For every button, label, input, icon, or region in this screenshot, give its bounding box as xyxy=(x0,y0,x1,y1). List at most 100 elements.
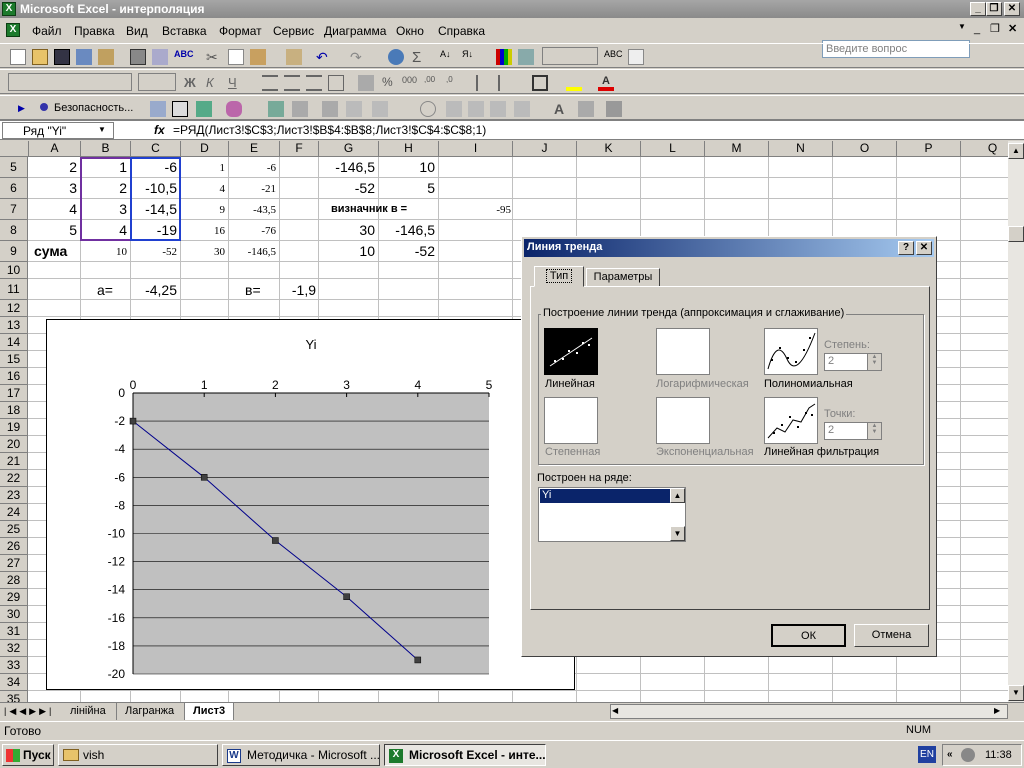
row-header[interactable]: 16 xyxy=(0,368,28,385)
shapes-icon[interactable] xyxy=(226,101,242,117)
cell-a9[interactable]: сума xyxy=(34,243,67,259)
row-header[interactable]: 5 xyxy=(0,157,28,178)
row-header[interactable]: 25 xyxy=(0,521,28,538)
lang-indicator[interactable]: EN xyxy=(918,746,936,763)
row-header[interactable]: 9 xyxy=(0,241,28,262)
row-header[interactable]: 15 xyxy=(0,351,28,368)
cell-c11[interactable]: -4,25 xyxy=(131,282,177,298)
workbook-icon[interactable]: X xyxy=(6,23,20,37)
embedded-chart[interactable]: 0 -2 -4 -6 -8 -10 -12 -14 -16 -18 -20 0 1 2 3 4 5 Yi xyxy=(46,319,575,690)
cell-b7[interactable]: 3 xyxy=(81,201,127,217)
doc-minimize-button[interactable]: _ xyxy=(974,23,980,35)
cell-g7[interactable]: визначник в = xyxy=(331,203,407,215)
scroll-down-icon[interactable]: ▼ xyxy=(1008,685,1024,701)
cell-c5[interactable]: -6 xyxy=(131,159,177,175)
row-header[interactable]: 34 xyxy=(0,674,28,691)
col-header[interactable]: A xyxy=(29,141,81,157)
cell-c8[interactable]: -19 xyxy=(131,222,177,238)
dialog-help-button[interactable]: ? xyxy=(898,241,914,255)
decrease-decimal-icon[interactable]: ,0 xyxy=(446,75,462,91)
row-header[interactable]: 27 xyxy=(0,555,28,572)
button-icon[interactable] xyxy=(468,101,484,117)
cell-b9[interactable]: 10 xyxy=(81,246,127,258)
security-button[interactable]: Безопасность... xyxy=(54,102,133,114)
minimize-button[interactable]: _ xyxy=(970,2,986,16)
row-header[interactable]: 12 xyxy=(0,300,28,317)
cut-icon[interactable]: ✂ xyxy=(206,49,222,65)
tab-lineina[interactable]: лінійна xyxy=(62,703,114,720)
horizontal-scrollbar[interactable] xyxy=(610,704,1008,719)
tab-parameters[interactable]: Параметры xyxy=(586,268,660,287)
ok-button[interactable]: ОК xyxy=(771,624,846,647)
row-header[interactable]: 32 xyxy=(0,640,28,657)
print-preview-icon[interactable] xyxy=(152,49,168,65)
col-header[interactable]: I xyxy=(439,141,513,157)
row-header[interactable]: 33 xyxy=(0,657,28,674)
undo-icon[interactable]: ↶ xyxy=(316,49,332,65)
start-button[interactable]: Пуск xyxy=(2,744,54,766)
col-header[interactable]: E xyxy=(229,141,280,157)
cell-d9[interactable]: 30 xyxy=(181,246,225,258)
series-listbox[interactable]: Yi ▲ ▼ xyxy=(538,487,686,542)
cell-f11[interactable]: -1,9 xyxy=(280,282,316,298)
cell-i7[interactable]: -95 xyxy=(439,204,511,216)
cell-d8[interactable]: 16 xyxy=(181,225,225,237)
cell-c7[interactable]: -14,5 xyxy=(131,201,177,217)
row-header[interactable]: 28 xyxy=(0,572,28,589)
cell-g9[interactable]: 10 xyxy=(319,243,375,259)
row-header[interactable]: 19 xyxy=(0,419,28,436)
scroll-up-icon[interactable]: ▲ xyxy=(1008,143,1024,159)
task-vish[interactable]: vish xyxy=(58,744,218,766)
menu-file[interactable]: Файл xyxy=(32,24,62,38)
align-right-icon[interactable] xyxy=(306,75,322,91)
row-header[interactable]: 17 xyxy=(0,385,28,402)
arrange-icon[interactable] xyxy=(292,101,308,117)
sort-asc-icon[interactable]: А↓ xyxy=(440,49,456,65)
menu-insert[interactable]: Вставка xyxy=(162,24,207,38)
series-item-yi[interactable]: Yi xyxy=(540,489,670,503)
fx-icon[interactable]: fx xyxy=(154,123,165,137)
row-header[interactable]: 26 xyxy=(0,538,28,555)
menu-format[interactable]: Формат xyxy=(219,24,262,38)
cancel-button[interactable]: Отмена xyxy=(854,624,929,647)
hyperlink-icon[interactable] xyxy=(388,49,404,65)
merge-icon[interactable] xyxy=(328,75,344,91)
chart-object-icon[interactable] xyxy=(150,101,166,117)
row-header[interactable]: 18 xyxy=(0,402,28,419)
cell-e5[interactable]: -6 xyxy=(229,162,276,174)
cell-b11[interactable]: a= xyxy=(97,282,113,298)
row-header[interactable]: 31 xyxy=(0,623,28,640)
cell-a7[interactable]: 4 xyxy=(29,201,77,217)
cell-d6[interactable]: 4 xyxy=(181,183,226,195)
currency-icon[interactable] xyxy=(358,75,374,91)
moving-avg-tile[interactable] xyxy=(764,397,818,444)
thousands-icon[interactable]: 000 xyxy=(402,75,418,91)
dialog-close-button[interactable]: ✕ xyxy=(916,241,932,255)
name-box-dropdown-icon[interactable]: ▼ xyxy=(98,125,106,134)
chart-wizard-icon[interactable] xyxy=(496,49,512,65)
col-header[interactable]: B xyxy=(81,141,131,157)
borders-icon[interactable] xyxy=(532,75,548,91)
row-header[interactable]: 13 xyxy=(0,317,28,334)
menu-tools[interactable]: Сервис xyxy=(273,24,314,38)
cell-d7[interactable]: 9 xyxy=(181,204,226,216)
cell-d5[interactable]: 1 xyxy=(181,162,226,174)
tab-type[interactable]: Тип xyxy=(534,266,584,287)
underline-icon[interactable]: Ч xyxy=(228,75,244,91)
line-icon[interactable] xyxy=(346,101,362,117)
permission-icon[interactable] xyxy=(76,49,92,65)
menu-help[interactable]: Справка xyxy=(438,24,485,38)
cell-e8[interactable]: -76 xyxy=(229,225,276,237)
task-word[interactable]: W Методичка - Microsoft ... xyxy=(222,744,380,766)
format-painter-icon[interactable] xyxy=(286,49,302,65)
col-header[interactable]: D xyxy=(181,141,229,157)
cell-a6[interactable]: 3 xyxy=(29,180,77,196)
list-scroll-down-icon[interactable]: ▼ xyxy=(670,526,685,541)
help-icon[interactable] xyxy=(628,49,644,65)
row-header[interactable]: 30 xyxy=(0,606,28,623)
font-color-icon[interactable]: A xyxy=(598,75,614,91)
col-header[interactable]: L xyxy=(641,141,705,157)
copy-icon[interactable] xyxy=(228,49,244,65)
spelling-icon[interactable]: ABC xyxy=(174,49,194,65)
scroll-thumb[interactable] xyxy=(1008,226,1024,242)
